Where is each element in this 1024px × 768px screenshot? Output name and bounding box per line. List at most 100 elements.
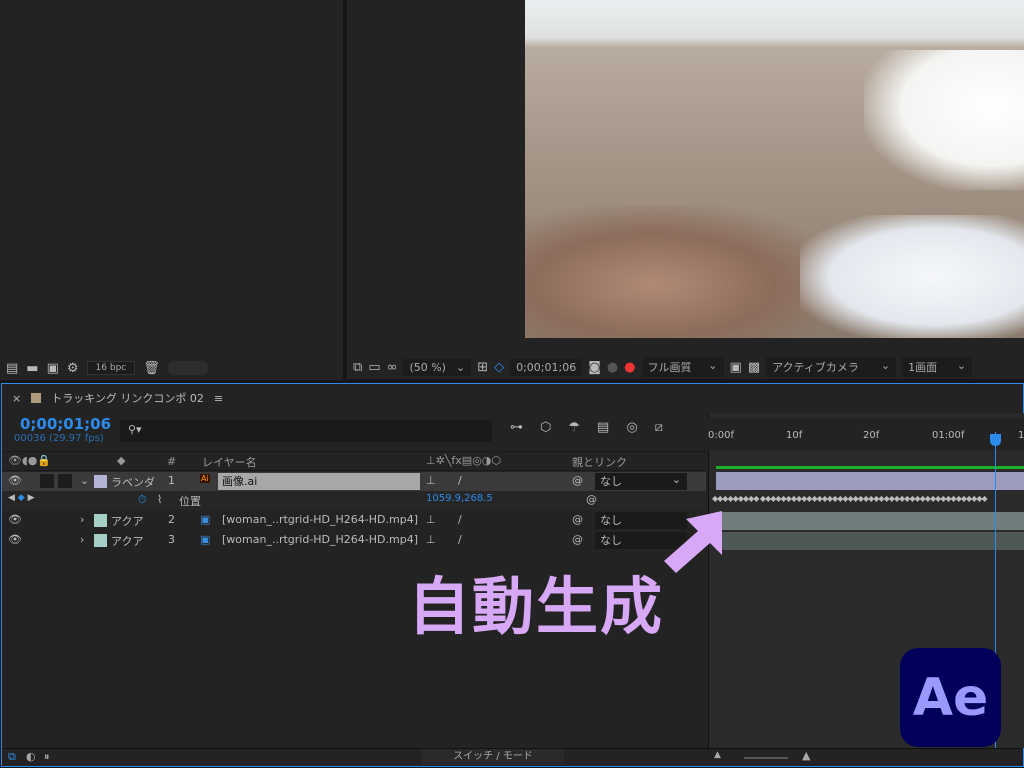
region-of-interest-icon[interactable]: ▣ [730,361,742,374]
show-snapshot-icon[interactable]: ● [607,361,618,374]
label-icon: ◆ [117,454,126,467]
views-dropdown[interactable]: 1画面 ⌄ [902,357,973,377]
flowchart-icon[interactable]: ⚙ [67,362,79,375]
layer-bar[interactable] [716,512,1024,530]
ruler-tick: 20f [863,430,880,441]
layer-name[interactable]: [woman_..rtgrid-HD_H264-HD.mp4] [222,513,418,526]
solo-switch[interactable] [40,474,54,488]
zoom-out-icon[interactable]: ▲ [714,750,721,760]
pickwhip-icon[interactable]: @ [572,474,583,487]
label-name: アクア [111,535,144,548]
mask-visibility-icon[interactable]: ◇ [494,361,504,374]
thumbnail-slider[interactable] [167,361,208,375]
parent-value: なし [600,475,622,488]
viewer-timecode[interactable]: 0;00;01;06 [510,358,583,376]
safe-margins-icon[interactable]: ⊞ [477,361,488,374]
property-row[interactable]: ◀ ◆ ▶ ⏱ ⌇ 位置 1059.9,268.5 @ [2,491,706,510]
menu-icon[interactable]: ≡ [214,392,223,405]
close-icon[interactable]: × [12,392,21,405]
property-value[interactable]: 1059.9,268.5 [426,493,493,504]
zoom-in-icon[interactable]: ▲ [802,749,810,762]
hand-blur [525,205,845,338]
channel-icon[interactable]: ● [624,361,635,374]
column-header: 👁◖●🔒 ◆ # レイヤー名 ⊥✲╲fx▤◎◑⬡ 親とリンク [2,451,706,471]
time-ruler[interactable]: 0:00f 10f 20f 01:00f 1 [708,418,1024,450]
monitor-icon[interactable]: ▭ [368,361,380,374]
work-area-bar[interactable] [716,466,1024,469]
pickwhip-icon[interactable]: @ [572,533,583,546]
parent-dropdown[interactable]: なし ⌄ [595,473,687,490]
modes-toggle-icon[interactable]: ◐ [26,750,36,763]
eye-icon[interactable]: 👁 [8,474,22,487]
camera-dropdown[interactable]: アクティブカメラ ⌄ [766,357,897,377]
motion-blur-icon[interactable]: ◎ [626,421,637,434]
layer-row[interactable]: 👁 › アクア 2 ▣ [woman_..rtgrid-HD_H264-HD.m… [2,511,706,530]
chevron-right-icon[interactable]: › [80,513,84,526]
shy-icon[interactable]: ☂ [568,421,580,434]
label-swatch[interactable] [94,534,107,547]
chevron-down-icon: ⌄ [708,359,718,372]
quality-switch[interactable]: / [458,513,462,526]
layer-row[interactable]: 👁 › アクア 3 ▣ [woman_..rtgrid-HD_H264-HD.m… [2,531,706,550]
pickwhip-icon[interactable]: @ [572,513,583,526]
layer-name[interactable]: [woman_..rtgrid-HD_H264-HD.mp4] [222,533,418,546]
av-features-icons: 👁◖●🔒 [8,454,52,467]
label-swatch[interactable] [94,475,107,488]
column-layer-name[interactable]: レイヤー名 [202,454,257,470]
layer-name[interactable]: 画像.ai [218,473,420,490]
layer-search-input[interactable]: ⚲▾ [120,420,492,442]
column-num: # [167,455,177,468]
chevron-down-icon[interactable]: ⌄ [80,474,89,487]
new-comp-icon[interactable]: ▣ [47,362,59,375]
layer-bar[interactable] [716,532,1024,550]
playhead-handle[interactable] [990,434,1001,446]
pickwhip-icon[interactable]: @ [586,493,597,506]
switch-mode-toggle[interactable]: スイッチ / モード [422,749,564,765]
chevron-right-icon[interactable]: › [80,533,84,546]
transparency-grid-icon[interactable]: ▩ [748,361,760,374]
snapshot-icon[interactable]: ◙ [588,361,601,374]
new-folder-icon[interactable]: ▬ [26,362,38,375]
shy-switch[interactable]: ⊥ [426,533,436,546]
layer-row[interactable]: 👁 ⌄ ラベンダ 1 Ai 画像.ai ⊥ / @ なし ⌄ [2,472,706,491]
project-panel [0,0,343,380]
layer-bar[interactable] [716,472,1024,490]
vr-icon[interactable]: ∞ [387,361,398,374]
zoom-value: (50 %) [409,360,446,374]
shy-switch[interactable]: ⊥ [426,513,436,526]
frame-blending-icon[interactable]: ▤ [597,421,609,434]
layer-switches-toggle-icon[interactable]: ⧉ [8,750,16,764]
quality-switch[interactable]: / [458,533,462,546]
zoom-slider[interactable] [744,757,788,759]
lock-switch[interactable] [57,474,72,488]
interpret-footage-icon[interactable]: ▤ [6,362,18,375]
video-file-icon: ▣ [200,513,211,526]
current-timecode[interactable]: 0;00;01;06 [20,415,111,433]
graph-editor-icon[interactable]: ⧄ [655,421,663,434]
draft-3d-icon[interactable]: ⬡ [540,421,551,434]
parent-value: なし [600,534,622,547]
eye-icon[interactable]: 👁 [8,533,22,546]
keyframe-nav-icons[interactable]: ◀ ◆ ▶ [8,493,35,503]
viewer-toolbar: ⧉ ▭ ∞ (50 %) ⌄ ⊞ ◇ 0;00;01;06 ◙ ● ● フル画質 ⌄… [347,355,1024,379]
trash-icon[interactable]: 🗑 [143,362,160,375]
zoom-dropdown[interactable]: (50 %) ⌄ [403,358,472,376]
timeline-tab[interactable]: × トラッキング リンクコンポ 02 ≡ [12,390,223,406]
bit-depth-button[interactable]: 16 bpc [86,361,136,375]
keyframes[interactable]: ◆◆◆◆◆◆◆◆◆ ◆◆◆◆◆◆◆◆◆◆◆◆◆◆◆◆◆◆◆◆◆◆◆◆◆◆◆◆◆◆… [712,494,988,503]
quality-switch[interactable]: / [458,474,462,487]
shy-switch[interactable]: ⊥ [426,474,436,487]
render-time-icon[interactable]: ⏸ [44,750,50,764]
comp-flowchart-icon[interactable]: ⊶ [510,421,523,434]
layer-number: 3 [168,533,175,546]
video-frame [525,0,1024,338]
eye-icon[interactable]: 👁 [8,513,22,526]
label-swatch[interactable] [94,514,107,527]
ruler-tick: 01:00f [932,430,965,441]
parent-value: なし [600,514,622,527]
quality-dropdown[interactable]: フル画質 ⌄ [641,357,724,377]
graph-icon[interactable]: ⌇ [157,493,162,506]
stopwatch-icon[interactable]: ⏱ [138,493,147,507]
always-preview-icon[interactable]: ⧉ [353,361,362,374]
video-file-icon: ▣ [200,533,211,546]
